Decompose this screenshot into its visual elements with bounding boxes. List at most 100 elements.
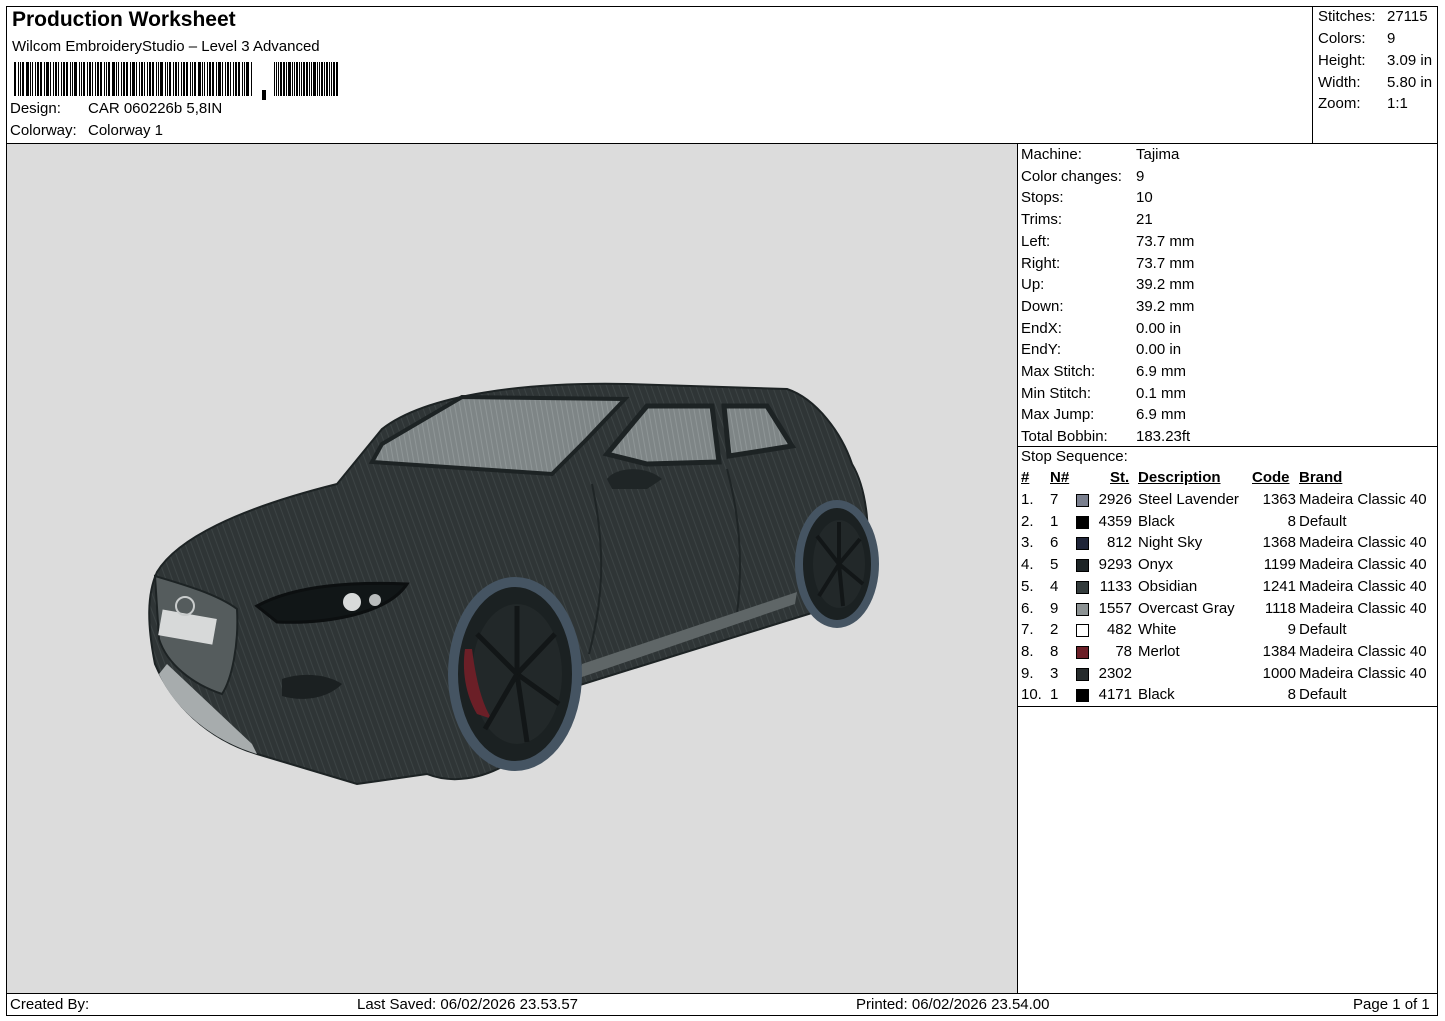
stop-stitch-count: 78 bbox=[1115, 642, 1132, 660]
stop-stitch-count: 9293 bbox=[1098, 556, 1132, 574]
barcode-bar bbox=[317, 62, 318, 96]
barcode-bar bbox=[319, 62, 320, 96]
height-value: 3.09 in bbox=[1387, 52, 1433, 69]
stat-row: Trims: 21 bbox=[1021, 211, 1153, 228]
col-header-stitches: St. bbox=[1110, 469, 1130, 486]
stop-description: Steel Lavender bbox=[1138, 491, 1239, 508]
barcode-bar bbox=[331, 62, 332, 96]
stop-description: Black bbox=[1138, 686, 1175, 704]
colorway-row: Colorway: Colorway 1 bbox=[10, 122, 163, 139]
stat-row: Stops: 10 bbox=[1021, 189, 1153, 206]
stat-value: 183.23ft bbox=[1136, 428, 1191, 446]
barcode-bar bbox=[329, 62, 330, 96]
barcode-bar bbox=[181, 62, 182, 96]
barcode-bar bbox=[238, 62, 240, 96]
stop-stitch-count: 482 bbox=[1106, 621, 1132, 639]
color-swatch bbox=[1076, 559, 1089, 573]
barcode-bar bbox=[324, 62, 325, 96]
stat-row: Left: 73.7 mm bbox=[1021, 233, 1194, 250]
col-header-index: # bbox=[1021, 469, 1030, 486]
stat-value: 73.7 mm bbox=[1136, 232, 1195, 250]
barcode-bar bbox=[22, 62, 24, 96]
created-by: Created By: bbox=[10, 996, 90, 1013]
barcode-bar bbox=[175, 62, 177, 96]
barcode-comma-mark bbox=[262, 90, 266, 100]
stop-thread-brand: Madeira Classic 40 bbox=[1299, 664, 1427, 682]
stop-thread-code: 1363 bbox=[1262, 491, 1296, 508]
stat-label: Down: bbox=[1021, 297, 1064, 315]
barcode-bar bbox=[165, 62, 166, 96]
barcode-bar bbox=[204, 62, 205, 96]
barcode-bar bbox=[30, 62, 31, 96]
barcode-bar bbox=[212, 62, 214, 96]
stop-needle: 9 bbox=[1050, 599, 1059, 617]
barcode-bar bbox=[139, 62, 140, 96]
design-preview bbox=[7, 144, 1018, 993]
barcode-bar bbox=[333, 62, 335, 96]
stat-row: Max Jump: 6.9 mm bbox=[1021, 406, 1186, 423]
barcode-bar bbox=[20, 62, 21, 96]
barcode-bar bbox=[246, 62, 249, 96]
stop-stitch-count: 4359 bbox=[1098, 512, 1132, 530]
barcode-bar bbox=[46, 62, 49, 96]
barcode-bar bbox=[216, 62, 217, 96]
stat-label: Left: bbox=[1021, 232, 1051, 250]
stat-value: 0.00 in bbox=[1136, 319, 1182, 337]
barcode-bar bbox=[50, 62, 51, 96]
col-header-code: Code bbox=[1252, 469, 1290, 486]
barcode-bar bbox=[278, 62, 279, 96]
barcode-bar bbox=[126, 62, 128, 96]
color-swatch bbox=[1076, 515, 1089, 529]
width-value: 5.80 in bbox=[1387, 74, 1433, 91]
stop-thread-brand: Madeira Classic 40 bbox=[1299, 534, 1427, 552]
barcode-bar bbox=[160, 62, 163, 96]
color-swatch bbox=[1076, 602, 1089, 616]
stop-thread-code: 1384 bbox=[1262, 642, 1296, 660]
stop-thread-brand: Madeira Classic 40 bbox=[1299, 556, 1427, 574]
barcode-bar bbox=[108, 62, 110, 96]
barcode-bar bbox=[72, 62, 73, 96]
barcode-bar bbox=[18, 62, 19, 96]
barcode-bar bbox=[132, 62, 135, 96]
stat-label: EndX: bbox=[1021, 319, 1062, 337]
software-name: Wilcom EmbroideryStudio – Level 3 Advanc… bbox=[12, 38, 320, 55]
barcode-bar bbox=[227, 62, 229, 96]
stop-thread-brand: Madeira Classic 40 bbox=[1299, 577, 1427, 595]
barcode-bar bbox=[288, 62, 291, 96]
height-label: Height: bbox=[1318, 52, 1366, 69]
barcode-bar bbox=[326, 62, 328, 96]
stop-index: 5. bbox=[1021, 577, 1034, 595]
barcode-bar bbox=[198, 62, 201, 96]
stop-thread-brand: Madeira Classic 40 bbox=[1299, 642, 1427, 660]
barcode-bar bbox=[149, 62, 151, 96]
stop-index: 3. bbox=[1021, 534, 1034, 552]
barcode-bar bbox=[233, 62, 234, 96]
stop-sequence-table: Stop Sequence: # N# St. Description Code… bbox=[1018, 447, 1437, 707]
stop-index: 7. bbox=[1021, 621, 1034, 639]
zoom-row: Zoom: 1:1 bbox=[1318, 95, 1408, 112]
stitches-value: 27115 bbox=[1387, 8, 1428, 25]
stat-label: Machine: bbox=[1021, 146, 1082, 163]
printed-date: Printed: 06/02/2026 23.54.00 bbox=[856, 996, 1050, 1013]
barcode-bar bbox=[306, 62, 308, 96]
barcode-bar bbox=[286, 62, 287, 96]
barcode-bar bbox=[313, 62, 316, 96]
barcode-bar bbox=[222, 62, 223, 96]
stop-description: Overcast Gray bbox=[1138, 599, 1235, 617]
barcode-bar bbox=[116, 62, 117, 96]
stat-row: Down: 39.2 mm bbox=[1021, 298, 1194, 315]
last-saved: Last Saved: 06/02/2026 23.53.57 bbox=[357, 996, 579, 1013]
stop-index: 10. bbox=[1021, 686, 1042, 704]
stat-label: EndY: bbox=[1021, 341, 1062, 359]
barcode-bar bbox=[44, 62, 45, 96]
stat-value: 0.1 mm bbox=[1136, 384, 1187, 402]
stop-thread-code: 1118 bbox=[1264, 599, 1296, 617]
worksheet-footer: Created By: Last Saved: 06/02/2026 23.53… bbox=[6, 993, 1438, 1016]
barcode-bar bbox=[311, 62, 312, 96]
height-row: Height: 3.09 in bbox=[1318, 52, 1432, 69]
barcode-bar bbox=[92, 62, 93, 96]
stop-thread-brand: Default bbox=[1299, 686, 1347, 704]
barcode-bar bbox=[321, 62, 323, 96]
design-row: Design: CAR 060226b 5,8IN bbox=[10, 100, 222, 117]
color-swatch bbox=[1076, 580, 1089, 594]
